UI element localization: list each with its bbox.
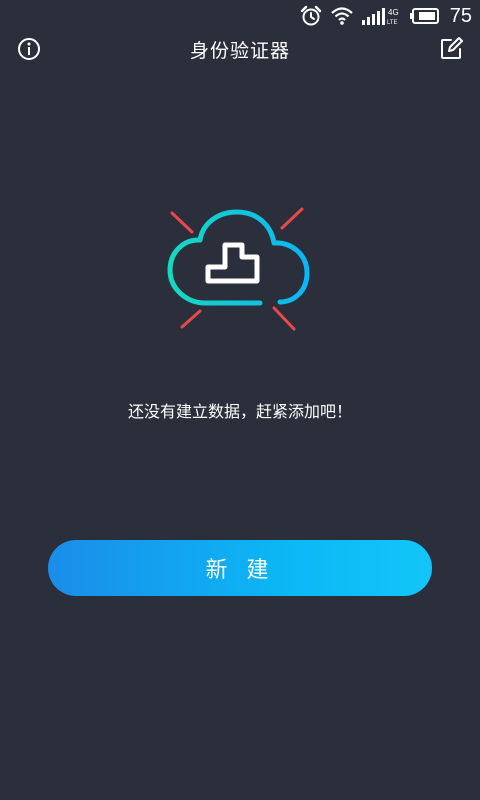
alert-rays bbox=[170, 207, 304, 331]
status-bar: 4G LTE 75 bbox=[0, 0, 480, 32]
alarm-icon bbox=[300, 5, 321, 26]
edit-button[interactable] bbox=[438, 36, 464, 62]
cloud-upload-icon bbox=[167, 207, 310, 331]
new-button[interactable]: 新 建 bbox=[48, 540, 432, 596]
empty-state-message: 还没有建立数据，赶紧添加吧！ bbox=[127, 402, 352, 421]
app-header: 身份验证器 bbox=[0, 32, 480, 68]
signal-icon: 4G LTE bbox=[361, 8, 399, 26]
battery-level: 75 bbox=[449, 4, 472, 27]
empty-state-illustration bbox=[150, 195, 330, 345]
network-type-sub-badge: LTE bbox=[387, 20, 398, 26]
network-type-badge: 4G bbox=[388, 8, 399, 17]
battery-icon bbox=[409, 8, 439, 24]
page-title: 身份验证器 bbox=[189, 40, 290, 62]
edit-icon bbox=[441, 37, 463, 59]
wifi-icon bbox=[331, 7, 353, 25]
